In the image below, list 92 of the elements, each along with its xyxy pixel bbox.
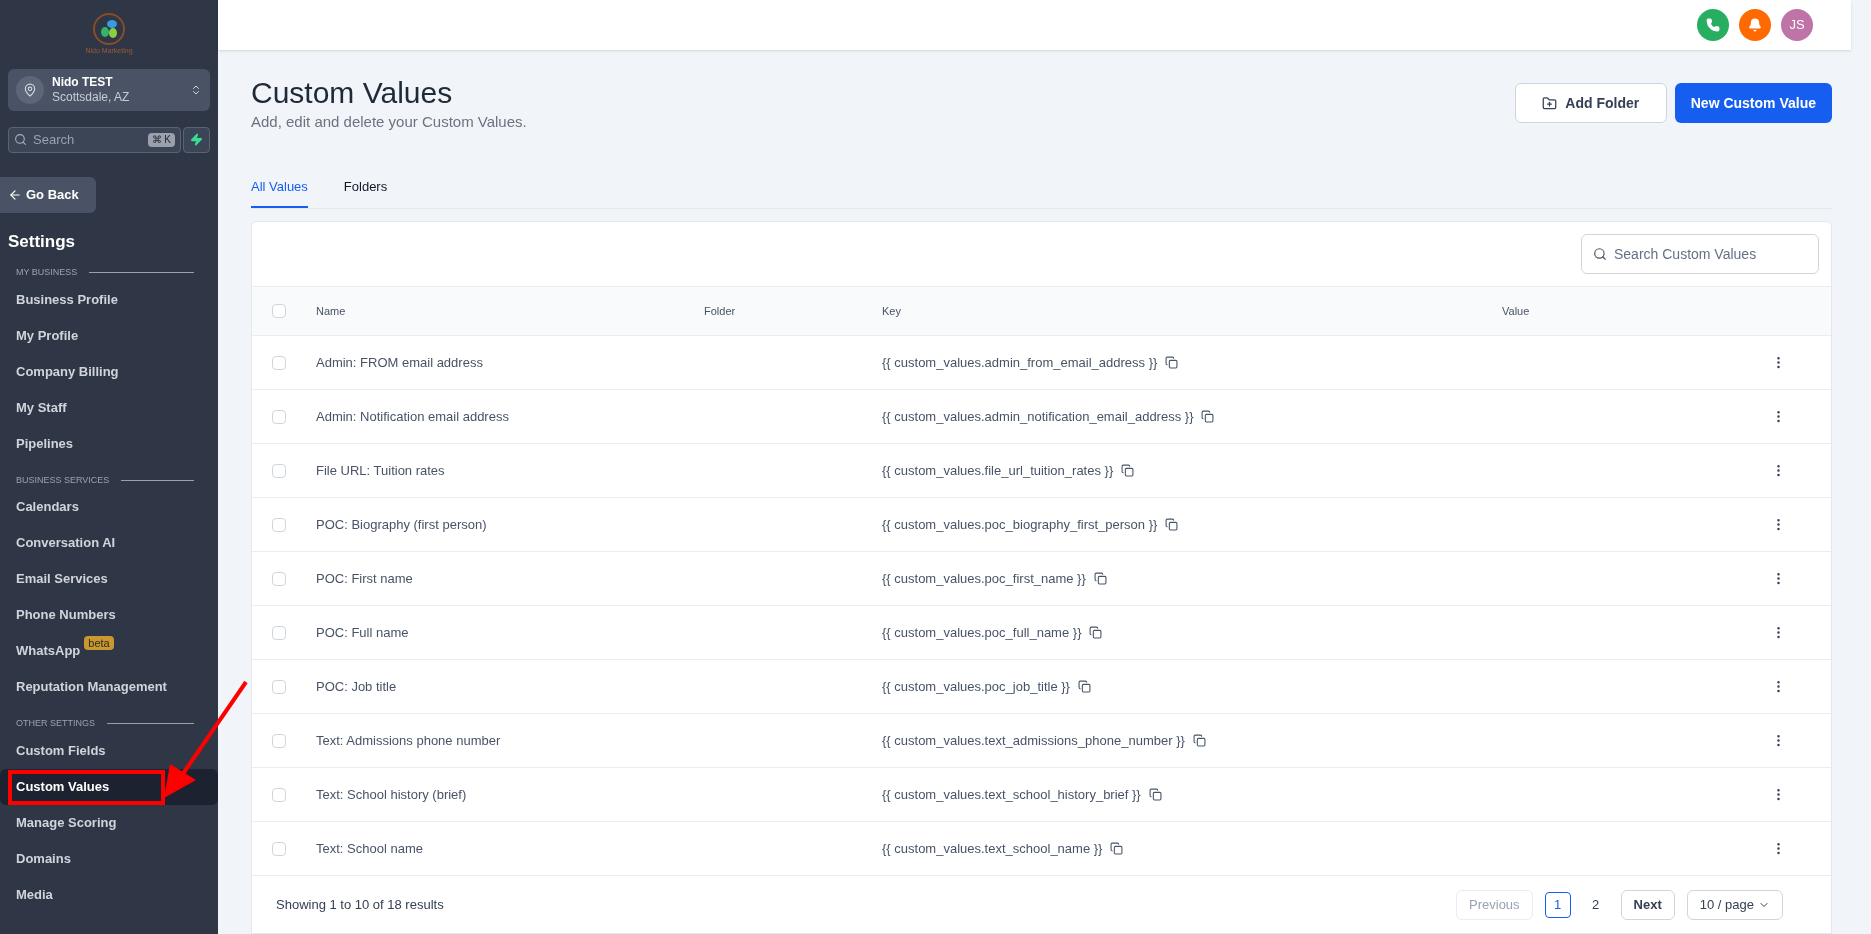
sidebar-item[interactable]: Conversation AI [0,525,218,561]
table-cell-text: {{ custom_values.text_school_history_brief }} [882,785,1141,804]
copy-icon[interactable] [1165,518,1179,531]
row-checkbox[interactable] [272,517,286,532]
row-checkbox[interactable] [272,625,286,640]
table-cell-text: {{ custom_values.poc_biography_first_person }} [882,515,1158,534]
copy-icon[interactable] [1077,680,1091,693]
page-size-select[interactable]: 10 / page [1686,890,1783,920]
page-title: Custom Values [251,75,454,111]
add-folder-button[interactable]: Add Folder [1514,83,1667,123]
search-icon [14,132,27,146]
column-header: Name [316,303,347,319]
row-checkbox[interactable] [272,733,286,748]
page-button[interactable]: 1 [1544,892,1571,918]
table-cell-text: {{ custom_values.admin_from_email_address }} [882,353,1158,372]
search-icon [1593,247,1607,261]
table-cell-text: Admin: Notification email address [316,407,510,426]
sidebar-item[interactable]: Domains [0,840,218,877]
table-cell-text: {{ custom_values.text_admissions_phone_number }} [882,731,1185,750]
tab[interactable]: Folders [343,176,388,208]
table-cell-text: {{ custom_values.poc_first_name }} [882,569,1086,588]
chevron-updown-icon [190,83,202,96]
table-cell-text: Text: School history (brief) [316,785,468,804]
row-checkbox[interactable] [272,841,286,856]
tab[interactable]: All Values [251,176,308,208]
row-checkbox[interactable] [272,409,286,424]
sidebar-item[interactable]: Pipelines [0,425,218,462]
account-location: Scottsdale, AZ [52,89,131,105]
sidebar-item[interactable]: Email Services [0,561,218,597]
table-cell-text: POC: Biography (first person) [316,515,488,534]
copy-icon[interactable] [1201,410,1215,423]
sidebar-item[interactable]: Business Profile [0,281,218,318]
page-button[interactable]: 2 [1582,892,1609,918]
sidebar-item[interactable]: Manage Scoring [0,804,218,841]
account-name: Nido TEST [52,74,114,90]
page-subtitle: Add, edit and delete your Custom Values. [251,112,527,132]
table-cell-text: {{ custom_values.poc_job_title }} [882,677,1070,696]
table-cell-text: POC: Job title [316,677,398,696]
go-back-button[interactable]: Go Back [0,176,96,213]
table-cell-text: Text: School name [316,839,424,858]
sidebar-item[interactable]: Company Billing [0,353,218,390]
table-cell-text: {{ custom_values.file_url_tuition_rates }} [882,461,1114,480]
table-cell-text: Text: Admissions phone number [316,731,502,750]
settings-title: Settings [8,230,77,253]
folder-plus-icon [1542,95,1558,111]
copy-icon[interactable] [1192,734,1206,747]
section-heading: OTHER SETTINGS [16,717,95,730]
copy-icon[interactable] [1121,464,1135,477]
row-checkbox[interactable] [272,679,286,694]
table-cell-text: POC: Full name [316,623,410,642]
section-heading: MY BUSINESS [16,266,78,279]
sidebar-item[interactable]: Reputation Management [0,669,218,705]
phone-button[interactable] [1697,9,1729,41]
row-checkbox[interactable] [272,463,286,478]
account-switcher[interactable]: Nido TEST Scottsdale, AZ [8,68,210,111]
sidebar-item[interactable]: Media [0,876,218,913]
table-cell-text: POC: First name [316,569,414,588]
notification-button[interactable] [1739,9,1771,41]
sidebar-item[interactable]: Calendars [0,489,218,525]
sidebar-item[interactable]: Phone Numbers [0,597,218,633]
copy-icon[interactable] [1110,842,1124,855]
location-icon [16,75,44,104]
lightning-icon [190,133,203,146]
column-header: Value [1502,303,1531,319]
sidebar-item[interactable]: My Profile [0,317,218,354]
table-cell-text: {{ custom_values.admin_notification_email_address }} [882,407,1194,426]
table-cell-text: Admin: FROM email address [316,353,484,372]
logo-icon [92,12,126,46]
next-button[interactable]: Next [1620,890,1675,920]
results-summary: Showing 1 to 10 of 18 results [276,896,444,915]
row-checkbox[interactable] [272,571,286,586]
sidebar-item[interactable]: My Staff [0,389,218,426]
copy-icon[interactable] [1148,788,1162,801]
copy-icon[interactable] [1093,572,1107,585]
sidebar-item[interactable]: Custom Fields [0,732,218,769]
row-checkbox[interactable] [272,355,286,370]
select-all-checkbox[interactable] [272,304,286,318]
phone-icon [1706,18,1720,32]
row-checkbox[interactable] [272,787,286,802]
table-cell-text: {{ custom_values.poc_full_name }} [882,623,1082,642]
bell-icon [1748,18,1762,32]
new-custom-value-button[interactable]: New Custom Value [1674,83,1832,123]
copy-icon[interactable] [1165,356,1179,369]
column-header: Folder [704,303,737,319]
column-header: Key [882,303,902,319]
table-cell-text: {{ custom_values.text_school_name }} [882,839,1103,858]
table-cell-text: File URL: Tuition rates [316,461,446,480]
section-heading: BUSINESS SERVICES [16,473,110,487]
sidebar-item[interactable]: WhatsApp [0,633,85,669]
beta-badge: beta [84,636,114,650]
copy-icon[interactable] [1089,626,1103,639]
quick-action-button[interactable] [183,126,210,153]
